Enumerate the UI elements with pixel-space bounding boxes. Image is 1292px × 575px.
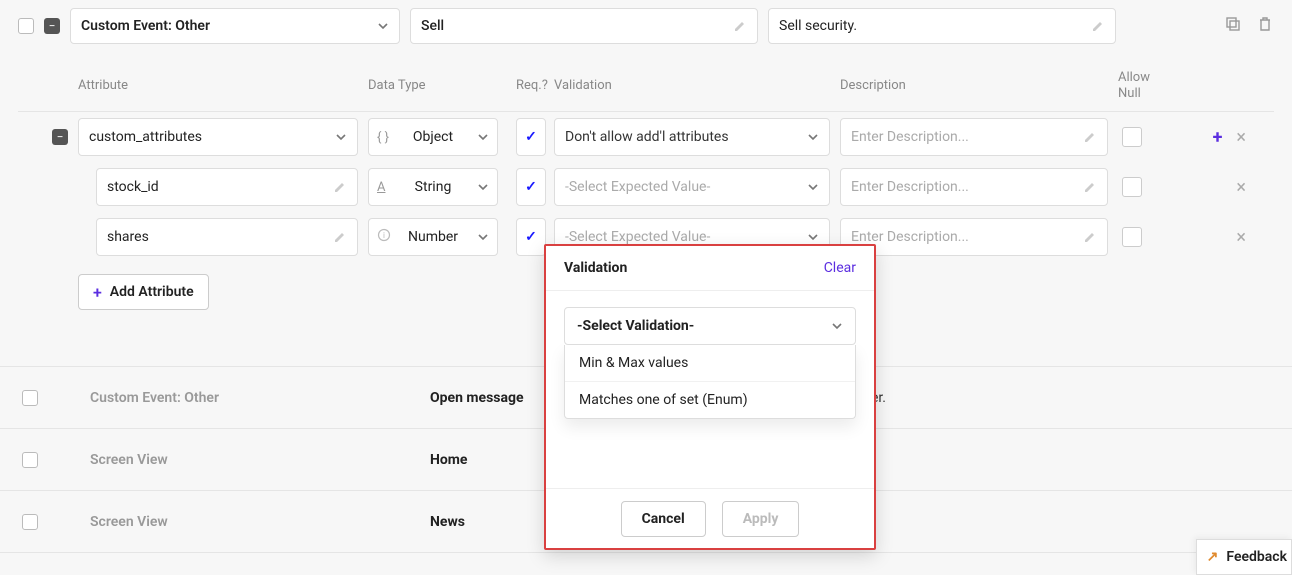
datatype-select[interactable]: { } Object [368, 118, 498, 156]
popover-title: Validation [564, 260, 627, 276]
datatype-value: String [415, 179, 452, 195]
validation-placeholder: -Select Expected Value- [565, 229, 710, 245]
chevron-down-icon [831, 320, 843, 332]
event-name-value: Sell [421, 18, 444, 34]
row-checkbox[interactable] [22, 390, 38, 406]
event-type: Screen View [90, 514, 430, 530]
description-placeholder: Enter Description... [851, 229, 969, 245]
col-description: Description [840, 78, 1118, 93]
remove-row-icon[interactable]: × [1236, 227, 1246, 248]
datatype-select[interactable]: i Number [368, 218, 498, 256]
col-allownull: Allow Null [1118, 70, 1168, 101]
number-type-icon: i [377, 228, 391, 246]
description-placeholder: Enter Description... [851, 129, 969, 145]
attribute-table-header: Attribute Data Type Req.? Validation Des… [18, 52, 1274, 112]
validation-value: Don't allow add'l attributes [565, 129, 729, 145]
datatype-value: Object [413, 129, 453, 145]
chevron-down-icon [807, 131, 819, 143]
plus-icon: + [93, 283, 102, 302]
add-attribute-label: Add Attribute [110, 284, 194, 300]
required-checkbox[interactable] [516, 118, 546, 156]
attribute-row-child: stock_id A String -Select Expected Value… [18, 162, 1274, 212]
event-type: Custom Event: Other [90, 390, 430, 406]
attribute-name-input[interactable]: stock_id [96, 168, 358, 206]
attribute-name-value: custom_attributes [89, 129, 202, 145]
allow-null-checkbox[interactable] [1122, 177, 1142, 197]
attribute-row-root: − custom_attributes { } Object Do [18, 112, 1274, 162]
attribute-name-input[interactable]: shares [96, 218, 358, 256]
string-type-icon: A [377, 180, 385, 195]
required-checkbox[interactable] [516, 168, 546, 206]
clear-link[interactable]: Clear [824, 260, 856, 276]
chevron-down-icon [377, 20, 389, 32]
event-description-input[interactable]: Sell security. [768, 8, 1116, 44]
validation-option[interactable]: Matches one of set (Enum) [565, 382, 855, 418]
select-all-checkbox[interactable] [18, 18, 34, 34]
description-input[interactable]: Enter Description... [840, 118, 1108, 156]
validation-type-select[interactable]: -Select Validation- [564, 307, 856, 345]
chevron-down-icon [807, 231, 819, 243]
attribute-name-value: shares [107, 229, 149, 245]
description-input[interactable]: Enter Description... [840, 218, 1108, 256]
event-name-input[interactable]: Sell [410, 8, 758, 44]
edit-icon [1083, 230, 1097, 244]
col-attribute: Attribute [78, 78, 368, 93]
validation-dropdown: Min & Max values Matches one of set (Enu… [564, 345, 856, 419]
chevron-down-icon [477, 181, 489, 193]
event-type-label: Custom Event: Other [81, 18, 210, 34]
attribute-name-value: stock_id [107, 179, 159, 195]
event-type-select[interactable]: Custom Event: Other [70, 8, 400, 44]
row-checkbox[interactable] [22, 452, 38, 468]
edit-icon [333, 180, 347, 194]
feedback-tab[interactable]: ↗ Feedback [1196, 539, 1292, 575]
validation-option[interactable]: Min & Max values [565, 345, 855, 382]
chevron-down-icon [807, 181, 819, 193]
edit-icon [1083, 130, 1097, 144]
col-datatype: Data Type [368, 78, 516, 93]
remove-row-icon[interactable]: × [1236, 127, 1246, 148]
object-type-icon: { } [377, 130, 389, 145]
add-child-icon[interactable]: + [1213, 127, 1223, 148]
cancel-button[interactable]: Cancel [621, 501, 706, 537]
svg-text:i: i [383, 231, 385, 240]
datatype-select[interactable]: A String [368, 168, 498, 206]
allow-null-checkbox[interactable] [1122, 127, 1142, 147]
required-checkbox[interactable] [516, 218, 546, 256]
collapse-icon[interactable]: − [52, 129, 68, 145]
trash-icon[interactable] [1256, 15, 1274, 37]
col-validation: Validation [554, 78, 840, 93]
edit-icon [1091, 19, 1105, 33]
edit-icon [733, 19, 747, 33]
validation-placeholder: -Select Expected Value- [565, 179, 710, 195]
col-required: Req.? [516, 78, 554, 93]
allow-null-checkbox[interactable] [1122, 227, 1142, 247]
validation-select[interactable]: -Select Expected Value- [554, 168, 830, 206]
event-description-value: Sell security. [779, 18, 857, 34]
collapse-icon[interactable]: − [44, 18, 60, 34]
datatype-value: Number [408, 229, 458, 245]
validation-select[interactable]: Don't allow add'l attributes [554, 118, 830, 156]
row-checkbox[interactable] [22, 514, 38, 530]
copy-icon[interactable] [1224, 15, 1242, 37]
edit-icon [333, 230, 347, 244]
feedback-label: Feedback [1226, 549, 1287, 565]
chevron-down-icon [477, 231, 489, 243]
description-input[interactable]: Enter Description... [840, 168, 1108, 206]
edit-icon [1083, 180, 1097, 194]
chevron-down-icon [335, 131, 347, 143]
add-attribute-button[interactable]: + Add Attribute [78, 274, 209, 310]
attribute-name-select[interactable]: custom_attributes [78, 118, 358, 156]
apply-button[interactable]: Apply [722, 501, 800, 537]
validation-select-label: -Select Validation- [577, 318, 694, 334]
description-placeholder: Enter Description... [851, 179, 969, 195]
chevron-down-icon [477, 131, 489, 143]
event-type: Screen View [90, 452, 430, 468]
validation-popover: Validation Clear -Select Validation- Min… [544, 244, 876, 550]
remove-row-icon[interactable]: × [1236, 177, 1246, 198]
arrow-up-right-icon: ↗ [1207, 549, 1219, 565]
